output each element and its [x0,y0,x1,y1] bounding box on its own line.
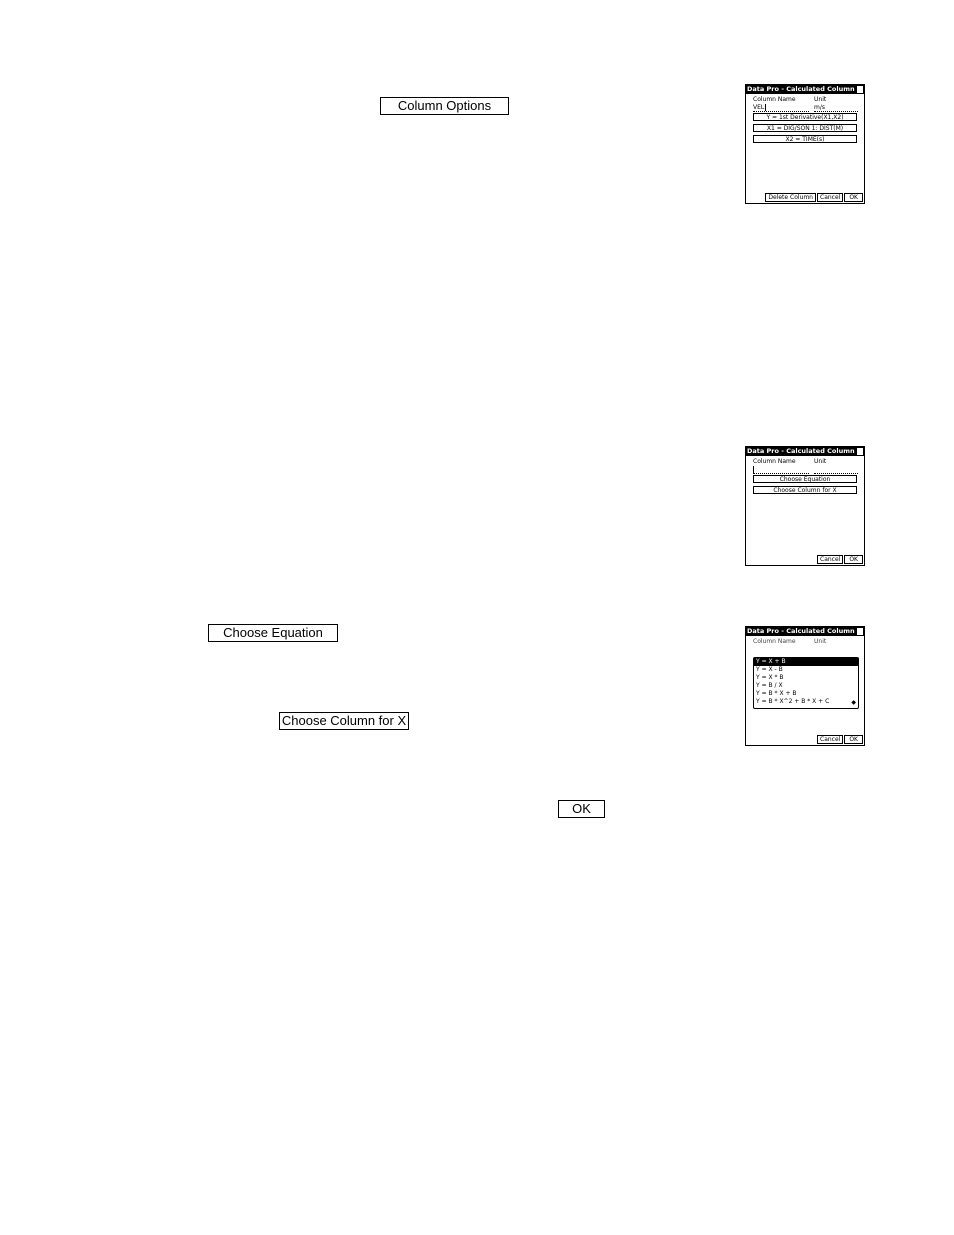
column-name-label: Column Name [753,638,796,645]
equation-item[interactable]: Y = B * X^2 + B * X + C [754,698,858,706]
cancel-button[interactable]: Cancel [817,735,844,744]
cancel-button[interactable]: Cancel [817,193,844,202]
unit-underline [814,111,858,112]
column-name-field[interactable]: VEL [753,104,764,111]
equation-item[interactable]: Y = B / X [754,682,858,690]
equation-list[interactable]: Y = X + B Y = X - B Y = X * B Y = B / X … [753,657,859,709]
choose-column-for-x-button[interactable]: Choose Column for X [279,712,409,730]
palm-screen-equation-list: Data Pro - Calculated Column Column Name… [745,626,865,746]
column-name-underline [753,111,809,112]
screen-title: Data Pro - Calculated Column [746,627,864,636]
palm-screen-column-options: Data Pro - Calculated Column Column Name… [745,84,865,204]
unit-label: Unit [814,458,827,465]
text-cursor [753,466,754,473]
screen-title: Data Pro - Calculated Column [746,447,864,456]
palm-screen-new-column: Data Pro - Calculated Column Column Name… [745,446,865,566]
x1-column-button[interactable]: X1 = DIG/SON 1: DIST(M) [753,124,857,132]
equation-item[interactable]: Y = X + B [754,658,858,666]
ok-button[interactable]: OK [844,735,863,744]
ok-button[interactable]: OK [844,193,863,202]
equation-item[interactable]: Y = B * X + B [754,690,858,698]
unit-label: Unit [814,638,827,645]
screen-title: Data Pro - Calculated Column [746,85,864,94]
choose-column-for-x-button[interactable]: Choose Column for X [753,486,857,494]
equation-button[interactable]: Y = 1st Derivative(X1,X2) [753,113,857,121]
text-cursor [765,104,766,111]
unit-label: Unit [814,96,827,103]
equation-item[interactable]: Y = X * B [754,674,858,682]
column-name-label: Column Name [753,458,796,465]
ok-button[interactable]: OK [844,555,863,564]
unit-underline [814,473,858,474]
unit-field[interactable]: m/s [814,104,825,111]
ok-button[interactable]: OK [558,800,605,818]
scroll-arrow-icon[interactable]: ◆ [851,699,856,706]
cancel-button[interactable]: Cancel [817,555,844,564]
equation-item[interactable]: Y = X - B [754,666,858,674]
column-options-button[interactable]: Column Options [380,97,509,115]
column-name-underline [753,473,809,474]
delete-column-button[interactable]: Delete Column [765,193,816,202]
column-name-label: Column Name [753,96,796,103]
x2-column-button[interactable]: X2 = TIME(s) [753,135,857,143]
choose-equation-button[interactable]: Choose Equation [208,624,338,642]
choose-equation-button[interactable]: Choose Equation [753,475,857,483]
